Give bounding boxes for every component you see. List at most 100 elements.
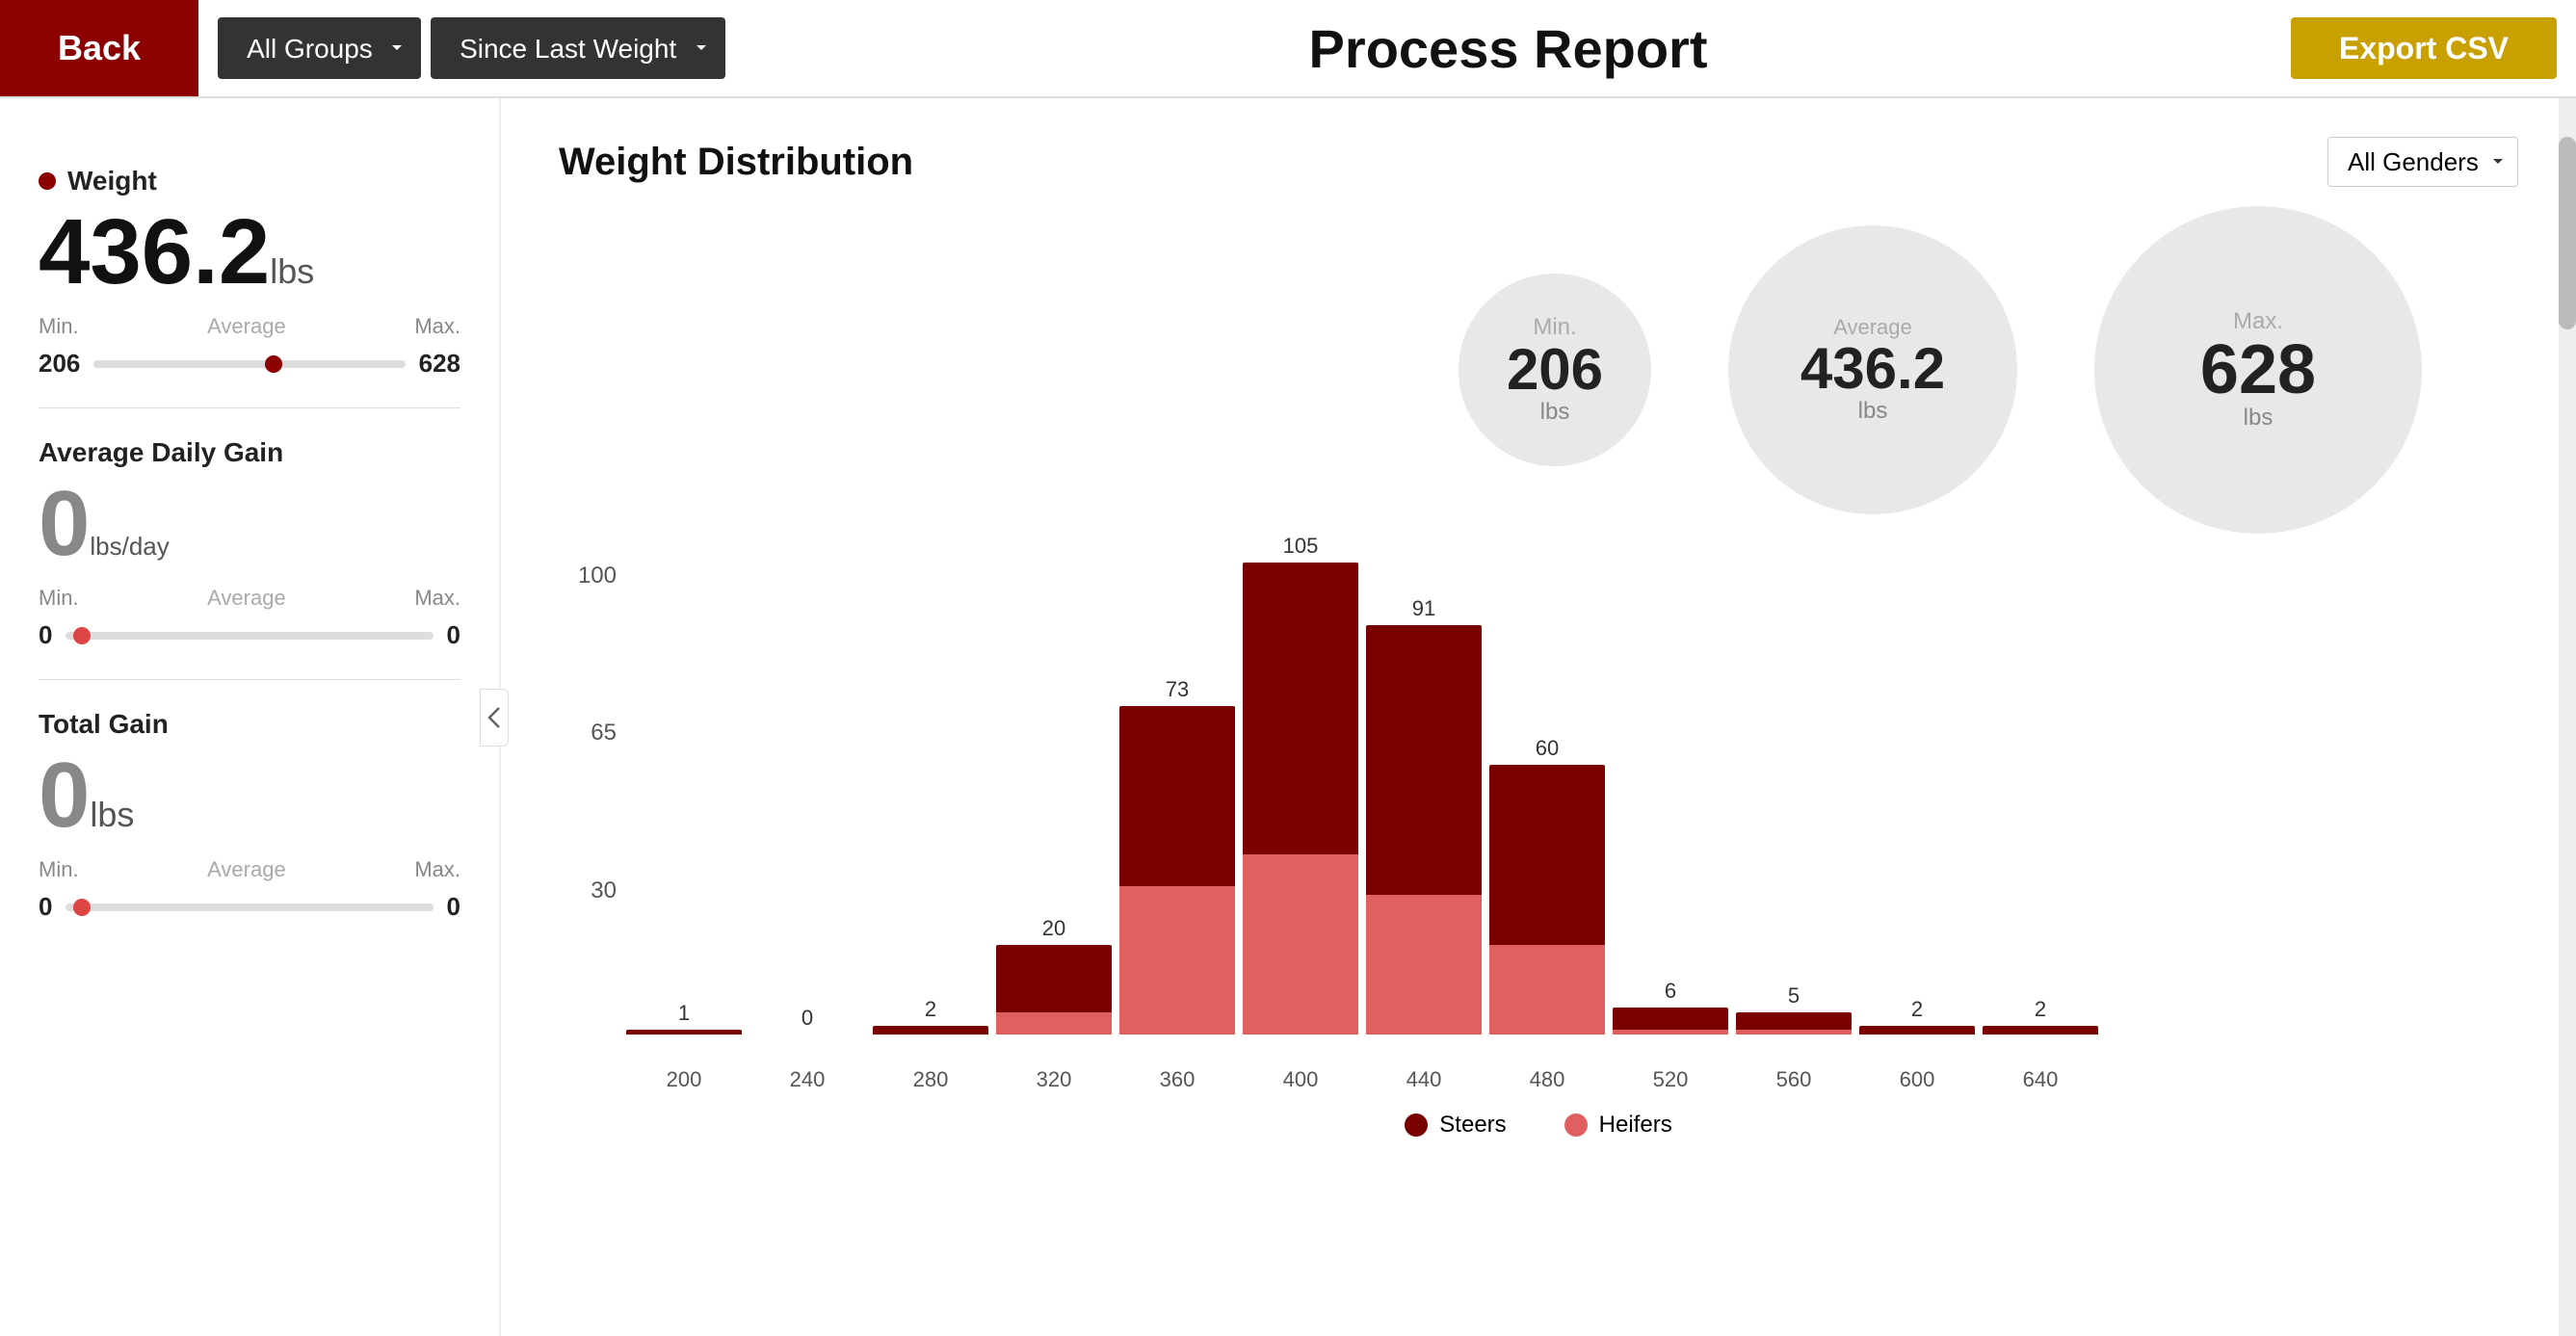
bar-count: 2 <box>2035 997 2046 1022</box>
adg-unit: lbs/day <box>90 532 169 562</box>
bar-col: 60 <box>1489 736 1605 1035</box>
steers-bar <box>873 1026 988 1035</box>
x-label: 240 <box>749 1067 865 1092</box>
weight-slider-track[interactable] <box>93 360 405 368</box>
total-gain-value: 0 <box>39 749 90 842</box>
back-button[interactable]: Back <box>0 0 198 96</box>
bar-col: 73 <box>1119 677 1235 1035</box>
steers-dot <box>1405 1113 1428 1137</box>
scrollbar[interactable] <box>2559 98 2576 1336</box>
group-select[interactable]: All Groups Group A Group B <box>218 17 421 79</box>
steers-bar <box>1489 765 1605 945</box>
steers-bar <box>996 945 1112 1012</box>
bar-stack <box>1983 1026 2098 1035</box>
weight-slider-row: 206 628 <box>39 349 460 379</box>
steers-bar <box>1736 1012 1852 1030</box>
max-circle-value: 628 <box>2200 335 2316 405</box>
header: Back All Groups Group A Group B Since La… <box>0 0 2576 98</box>
circles-row: Min. 206 lbs Average 436.2 lbs Max. 628 … <box>559 206 2518 534</box>
steers-label: Steers <box>1439 1112 1506 1139</box>
x-label: 440 <box>1366 1067 1482 1092</box>
adg-slider-track[interactable] <box>66 632 433 640</box>
bar-stack <box>1736 1012 1852 1035</box>
x-axis: 200240280320360400440480520560600640 <box>559 1067 2518 1092</box>
heifers-bar <box>1489 945 1605 1035</box>
weight-dot <box>39 172 56 190</box>
weight-title: Weight <box>39 166 460 196</box>
bar-count: 6 <box>1665 979 1676 1004</box>
max-circle: Max. 628 lbs <box>2094 206 2422 534</box>
bar-chart: 30 65 100 102207310591606522 <box>559 563 2518 1063</box>
adg-max-value: 0 <box>447 620 460 650</box>
steers-bar <box>626 1030 742 1035</box>
bar-count: 91 <box>1412 596 1435 621</box>
chart-legend: Steers Heifers <box>559 1112 2518 1139</box>
bar-count: 0 <box>802 1006 813 1031</box>
bar-stack <box>1366 625 1482 1035</box>
bar-col: 6 <box>1613 979 1728 1035</box>
bar-count: 105 <box>1283 534 1319 559</box>
bar-count: 73 <box>1166 677 1189 702</box>
x-label: 640 <box>1983 1067 2098 1092</box>
bar-stack <box>996 945 1112 1035</box>
bar-stack <box>1613 1008 1728 1035</box>
scrollbar-thumb[interactable] <box>2559 137 2576 329</box>
y-label-65: 65 <box>559 720 617 747</box>
y-label-30: 30 <box>559 878 617 904</box>
chart-area: 30 65 100 102207310591606522 20024028032… <box>559 563 2518 1297</box>
bar-col: 0 <box>749 1006 865 1035</box>
bar-stack <box>1859 1026 1975 1035</box>
tg-min-label: Min. <box>39 857 79 882</box>
adg-title: Average Daily Gain <box>39 437 460 468</box>
weight-section: Weight 436.2 lbs Min. Average Max. 206 6… <box>39 137 460 408</box>
bar-stack <box>873 1026 988 1035</box>
gender-select[interactable]: All Genders Steers Heifers <box>2327 137 2518 187</box>
adg-avg-label: Average <box>79 586 415 611</box>
bar-stack <box>1243 563 1358 1035</box>
heifers-bar <box>1366 895 1482 1035</box>
legend-heifers: Heifers <box>1564 1112 1672 1139</box>
bar-col: 5 <box>1736 983 1852 1035</box>
tg-slider-track[interactable] <box>66 904 433 911</box>
weight-max-label: Max. <box>414 314 460 339</box>
bar-count: 1 <box>678 1001 690 1026</box>
chart-header: Weight Distribution All Genders Steers H… <box>559 137 2518 187</box>
total-gain-title: Total Gain <box>39 709 460 740</box>
adg-slider-row: 0 0 <box>39 620 460 650</box>
collapse-panel-button[interactable] <box>480 689 509 747</box>
min-circle-value: 206 <box>1507 341 1603 399</box>
heifers-bar <box>1613 1030 1728 1035</box>
min-circle-unit: lbs <box>1540 399 1570 426</box>
steers-bar <box>1859 1026 1975 1035</box>
adg-min-value: 0 <box>39 620 52 650</box>
export-csv-button[interactable]: Export CSV <box>2291 17 2557 79</box>
weight-slider-thumb[interactable] <box>265 355 282 373</box>
page-title: Process Report <box>725 17 2291 80</box>
bar-col: 1 <box>626 1001 742 1035</box>
bar-col: 91 <box>1366 596 1482 1035</box>
avg-circle-value: 436.2 <box>1801 340 1945 398</box>
weight-slider-section: Min. Average Max. 206 628 <box>39 314 460 379</box>
weight-min-label: Min. <box>39 314 79 339</box>
total-gain-unit: lbs <box>90 795 134 835</box>
bar-count: 60 <box>1536 736 1559 761</box>
y-axis: 30 65 100 <box>559 563 617 1063</box>
bar-count: 5 <box>1788 983 1800 1009</box>
adg-slider-thumb[interactable] <box>73 627 91 644</box>
steers-bar <box>1119 706 1235 886</box>
weight-max-value: 628 <box>419 349 460 379</box>
tg-slider-thumb[interactable] <box>73 899 91 916</box>
x-label: 320 <box>996 1067 1112 1092</box>
time-select[interactable]: Since Last Weight Last 30 Days Last 90 D… <box>431 17 725 79</box>
avg-circle-unit: lbs <box>1858 398 1888 425</box>
tg-slider-row: 0 0 <box>39 892 460 922</box>
steers-bar <box>1613 1008 1728 1030</box>
bar-col: 2 <box>1983 997 2098 1035</box>
adg-section: Average Daily Gain 0 lbs/day Min. Averag… <box>39 408 460 680</box>
main-content: Weight 436.2 lbs Min. Average Max. 206 6… <box>0 98 2576 1336</box>
x-label: 200 <box>626 1067 742 1092</box>
weight-avg-label: Average <box>79 314 415 339</box>
chart-title: Weight Distribution <box>559 141 2327 184</box>
bar-count: 20 <box>1042 916 1065 941</box>
heifers-bar <box>1243 854 1358 1035</box>
